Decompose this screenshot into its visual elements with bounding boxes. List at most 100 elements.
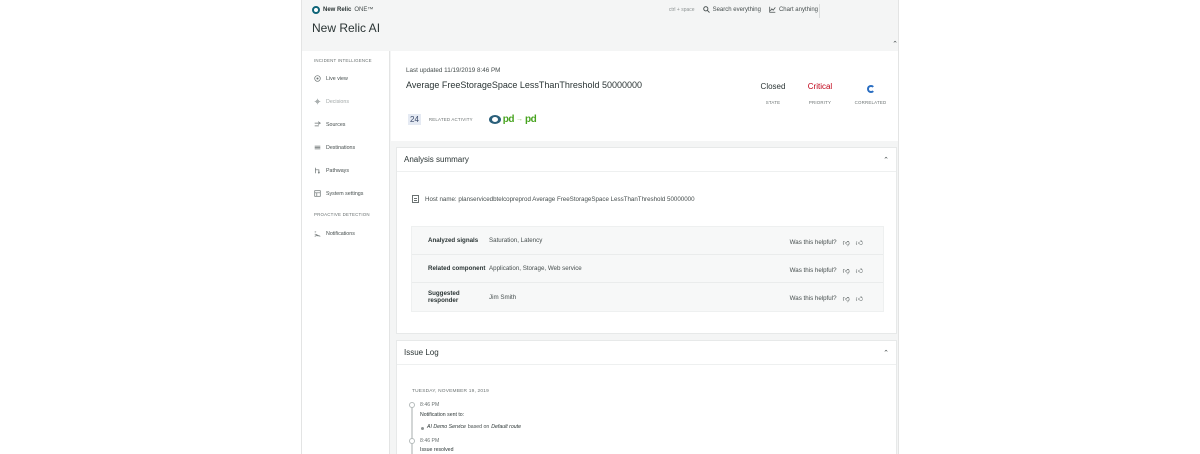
settings-icon — [314, 190, 321, 197]
thumbs-down-icon[interactable]: 👎︎ — [843, 238, 850, 247]
app-header: New Relic ONE™ New Relic AI ctrl + space… — [302, 0, 898, 51]
incident-title: Average FreeStorageSpace LessThanThresho… — [406, 80, 642, 90]
thumbs-up-icon[interactable]: 👍︎ — [856, 238, 863, 247]
state-status: Closed STATE — [754, 82, 792, 105]
helpful-question: Was this helpful? — [789, 267, 837, 274]
list-bullet — [421, 427, 424, 430]
correlated-status: CORRELATED — [848, 82, 893, 105]
document-icon — [412, 195, 419, 203]
collapse-header-button[interactable]: ⌃ — [892, 40, 898, 48]
sidebar-item-label: Live view — [326, 75, 348, 82]
last-updated: Last updated 11/19/2019 8:46 PM — [406, 67, 501, 74]
notifications-icon — [314, 231, 321, 237]
host-summary: Host name: planservicedbtelcopreprod Ave… — [412, 195, 695, 203]
search-everything-button[interactable]: Search everything — [702, 6, 761, 13]
chart-anything-button[interactable]: Chart anything — [769, 6, 818, 13]
timeline-line — [411, 403, 413, 454]
arrow-right-icon: → — [516, 116, 523, 123]
table-row: Suggested responder Jim Smith Was this h… — [412, 283, 883, 311]
table-row: Analyzed signals Saturation, Latency Was… — [412, 227, 883, 255]
destinations-icon — [314, 145, 321, 150]
correlated-icon[interactable] — [866, 85, 875, 93]
timeline-dot — [409, 438, 415, 444]
related-activity: 24 RELATED ACTIVITY pd → pd — [408, 114, 537, 125]
based-on-text: based on — [467, 424, 490, 430]
timeline-dot — [409, 402, 415, 408]
search-label: Search everything — [712, 6, 761, 13]
decisions-icon — [314, 98, 321, 105]
pathways-icon — [315, 167, 320, 174]
analysis-summary-header[interactable]: Analysis summary ⌃ — [397, 148, 896, 172]
thumbs-up-icon[interactable]: 👍︎ — [856, 294, 863, 303]
log-entry-time: 8:46 PM — [420, 438, 440, 444]
search-shortcut: ctrl + space — [668, 6, 695, 13]
header-divider — [819, 4, 820, 18]
route-name[interactable]: Default route — [491, 424, 521, 430]
sidebar-item-pathways[interactable]: Pathways — [314, 167, 349, 174]
issue-log-header[interactable]: Issue Log ⌃ — [397, 341, 896, 365]
log-entry-detail: AI Demo Service based on Default route — [427, 424, 521, 430]
log-entry-text: Notification sent to: — [420, 412, 465, 418]
helpful-feedback: Was this helpful? 👎︎ 👍︎ — [790, 294, 863, 303]
priority-status: Critical PRIORITY — [799, 82, 841, 105]
sidebar-item-system-settings[interactable]: System settings — [314, 190, 363, 197]
chevron-up-icon[interactable]: ⌃ — [883, 156, 889, 164]
sidebar-item-label: Destinations — [326, 144, 356, 151]
row-value: Application, Storage, Web service — [489, 265, 582, 272]
log-entry-time: 8:46 PM — [420, 402, 440, 408]
thumbs-down-icon[interactable]: 👎︎ — [843, 266, 850, 275]
sidebar-item-label: Notifications — [326, 230, 355, 237]
search-icon — [702, 6, 710, 13]
pd-flow[interactable]: pd → pd — [488, 114, 537, 125]
chart-icon — [769, 6, 776, 13]
issue-log-title: Issue Log — [404, 348, 439, 357]
logo-suffix: ONE™ — [354, 7, 374, 13]
sidebar-item-label: Sources — [326, 121, 346, 128]
row-key: Analyzed signals — [428, 237, 479, 244]
service-name[interactable]: AI Demo Service — [427, 424, 466, 430]
row-key: Suggested responder — [428, 290, 460, 304]
live-view-icon — [314, 75, 321, 82]
correlated-label: CORRELATED — [854, 100, 887, 105]
header-tools: ctrl + space Search everything Chart any… — [669, 6, 818, 13]
related-activity-label: RELATED ACTIVITY — [428, 117, 473, 122]
logo-name: New Relic — [323, 7, 352, 13]
source-icon — [488, 115, 501, 124]
sidebar-section-proactive-detection: PROACTIVE DETECTION — [314, 212, 370, 217]
sources-icon — [314, 121, 321, 127]
thumbs-up-icon[interactable]: 👍︎ — [856, 266, 863, 275]
row-value: Saturation, Latency — [489, 237, 543, 244]
thumbs-down-icon[interactable]: 👎︎ — [843, 294, 850, 303]
sidebar-item-live-view[interactable]: Live view — [314, 75, 348, 82]
sidebar-item-sources[interactable]: Sources — [314, 121, 345, 128]
sidebar-item-decisions[interactable]: Decisions — [314, 98, 349, 105]
analysis-summary-card: Analysis summary ⌃ Host name: planservic… — [396, 147, 897, 334]
chevron-up-icon: ⌃ — [892, 41, 898, 48]
sidebar-item-label: Decisions — [326, 98, 349, 105]
signals-table: Analyzed signals Saturation, Latency Was… — [411, 226, 884, 312]
new-relic-logo-icon — [312, 6, 320, 14]
host-summary-text: Host name: planservicedbtelcopreprod Ave… — [425, 195, 695, 203]
pd-source-label: pd — [502, 114, 515, 125]
log-date: TUESDAY, NOVEMBER 19, 2019 — [412, 389, 490, 394]
log-entry-text: Issue resolved — [420, 447, 454, 453]
issue-log-card: Issue Log ⌃ TUESDAY, NOVEMBER 19, 2019 8… — [396, 340, 897, 454]
helpful-question: Was this helpful? — [789, 295, 837, 302]
table-row: Related component Application, Storage, … — [412, 255, 883, 283]
sidebar-section-incident-intelligence: INCIDENT INTELLIGENCE — [314, 58, 372, 63]
pd-destination-label: pd — [525, 114, 537, 125]
row-value: Jim Smith — [489, 293, 517, 301]
incident-header: Last updated 11/19/2019 8:46 PM Average … — [391, 51, 898, 141]
state-value: Closed — [760, 82, 786, 91]
helpful-feedback: Was this helpful? 👎︎ 👍︎ — [790, 238, 863, 247]
chevron-up-icon[interactable]: ⌃ — [883, 349, 889, 357]
app-title: New Relic AI — [312, 21, 381, 35]
related-activity-count[interactable]: 24 — [408, 114, 421, 125]
state-label: STATE — [765, 100, 781, 105]
priority-value: Critical — [807, 82, 833, 91]
sidebar-item-label: System settings — [326, 190, 364, 197]
new-relic-logo[interactable]: New Relic ONE™ — [312, 6, 373, 14]
sidebar-item-notifications[interactable]: Notifications — [314, 230, 355, 237]
priority-label: PRIORITY — [808, 100, 832, 105]
sidebar-item-destinations[interactable]: Destinations — [314, 144, 355, 151]
